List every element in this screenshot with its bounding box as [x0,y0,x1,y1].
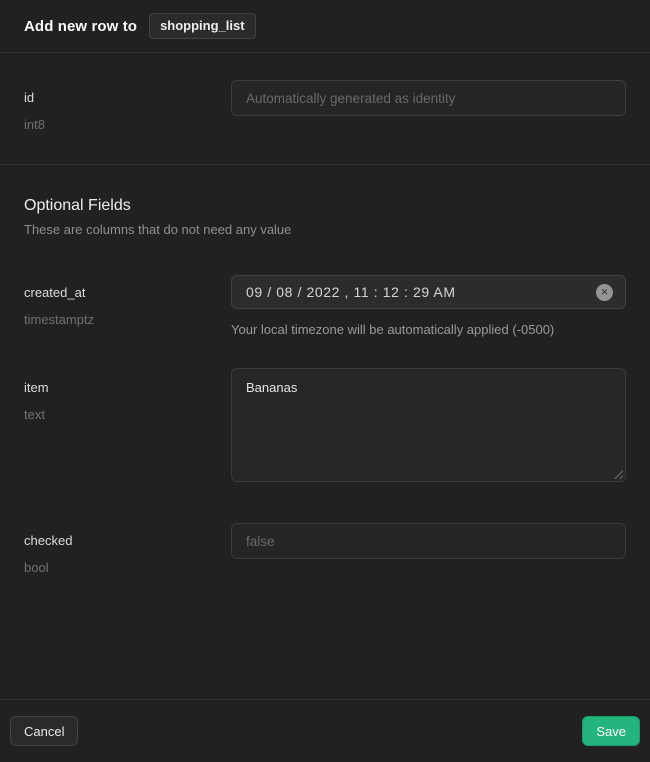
field-row-id: id int8 [24,80,626,133]
panel-title: Add new row to [24,18,137,35]
field-control-created-at: 09 / 08 / 2022 , 11 : 12 : 29 AM ✕ Your … [231,275,626,337]
created-at-datetime-input[interactable]: 09 / 08 / 2022 , 11 : 12 : 29 AM ✕ [231,275,626,309]
field-type: text [24,406,231,423]
panel-footer: Cancel Save [0,699,650,762]
field-name: item [24,379,231,396]
field-name: created_at [24,284,231,301]
field-row-checked: checked bool [24,523,626,576]
clear-datetime-icon[interactable]: ✕ [596,284,613,301]
field-label-checked: checked bool [24,523,231,576]
timezone-helper-text: Your local timezone will be automaticall… [231,322,626,337]
field-control-item: Bananas [231,368,626,482]
panel-header: Add new row to shopping_list [0,0,650,53]
cancel-button[interactable]: Cancel [10,716,78,746]
add-row-panel: Add new row to shopping_list id int8 Opt… [0,0,650,762]
field-type: bool [24,559,231,576]
field-type: timestamptz [24,311,231,328]
field-label-item: item text [24,368,231,423]
field-name: checked [24,532,231,549]
field-label-id: id int8 [24,80,231,133]
optional-fields-section: Optional Fields These are columns that d… [0,165,650,699]
table-name-badge: shopping_list [149,13,256,39]
optional-fields-heading: Optional Fields [24,197,626,215]
required-fields-section: id int8 [0,53,650,165]
field-control-checked [231,523,626,559]
id-input[interactable] [231,80,626,116]
item-textarea[interactable]: Bananas [231,368,626,482]
optional-fields-subheading: These are columns that do not need any v… [24,222,626,237]
field-label-created-at: created_at timestamptz [24,275,231,328]
field-row-item: item text Bananas [24,368,626,482]
item-textarea-wrap: Bananas [231,368,626,482]
datetime-value: 09 / 08 / 2022 , 11 : 12 : 29 AM [246,284,596,300]
field-name: id [24,89,231,106]
save-button[interactable]: Save [582,716,640,746]
checked-input[interactable] [231,523,626,559]
field-type: int8 [24,116,231,133]
field-row-created-at: created_at timestamptz 09 / 08 / 2022 , … [24,275,626,337]
field-control-id [231,80,626,116]
